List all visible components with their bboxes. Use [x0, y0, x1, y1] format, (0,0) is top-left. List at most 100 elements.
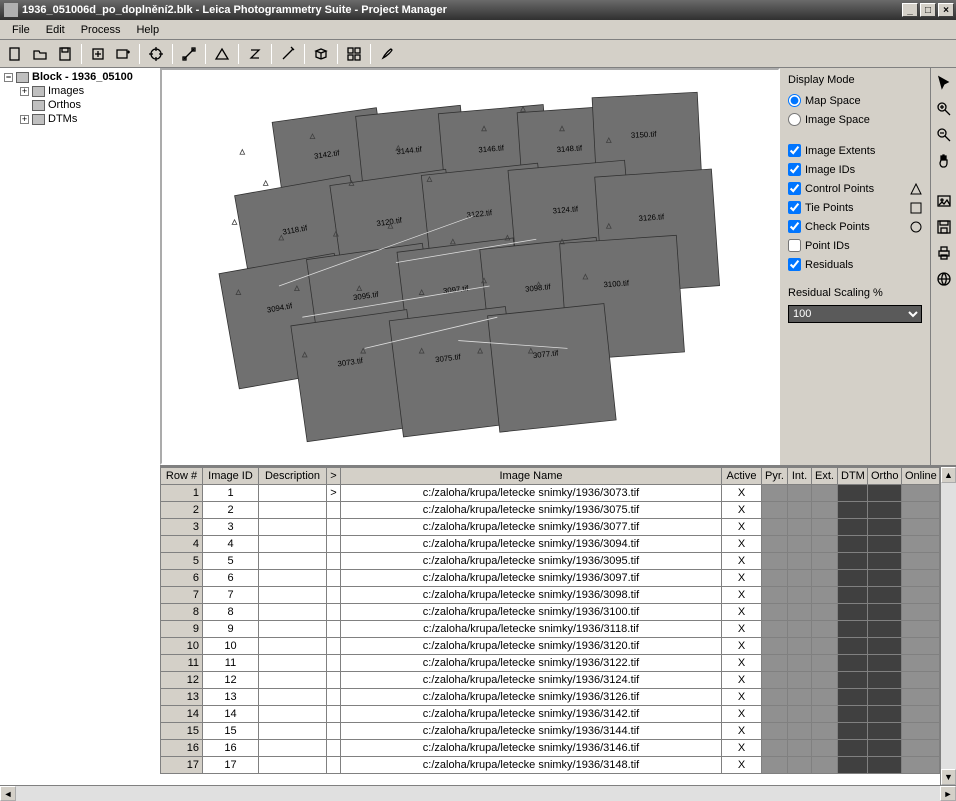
cell-active[interactable]: X	[722, 587, 762, 604]
menu-help[interactable]: Help	[128, 22, 167, 38]
cell-online[interactable]	[902, 604, 940, 621]
cell-ext[interactable]	[812, 519, 838, 536]
cell-int[interactable]	[788, 638, 812, 655]
maximize-button[interactable]: □	[920, 3, 936, 17]
cell-online[interactable]	[902, 553, 940, 570]
target-icon[interactable]	[145, 43, 167, 65]
cell-dtm[interactable]	[838, 655, 868, 672]
cell-online[interactable]	[902, 519, 940, 536]
cell-active[interactable]: X	[722, 740, 762, 757]
cell-ortho[interactable]	[868, 485, 902, 502]
cell-description[interactable]	[259, 689, 327, 706]
cell-pyr[interactable]	[762, 519, 788, 536]
cell-image-id[interactable]: 3	[203, 519, 259, 536]
cell-description[interactable]	[259, 536, 327, 553]
cell-active[interactable]: X	[722, 519, 762, 536]
cell-pyr[interactable]	[762, 621, 788, 638]
col-description[interactable]: Description	[259, 468, 327, 485]
cell-image-id[interactable]: 1	[203, 485, 259, 502]
cell-image-id[interactable]: 12	[203, 672, 259, 689]
cell-image-id[interactable]: 9	[203, 621, 259, 638]
triangle-icon[interactable]	[211, 43, 233, 65]
col-row[interactable]: Row #	[161, 468, 203, 485]
cell-ext[interactable]	[812, 638, 838, 655]
table-row[interactable]: 77c:/zaloha/krupa/letecke snimky/1936/30…	[161, 587, 940, 604]
cell-description[interactable]	[259, 485, 327, 502]
table-row[interactable]: 88c:/zaloha/krupa/letecke snimky/1936/31…	[161, 604, 940, 621]
cell-int[interactable]	[788, 706, 812, 723]
cell-active[interactable]: X	[722, 757, 762, 774]
add-frame-icon[interactable]	[87, 43, 109, 65]
cell-ortho[interactable]	[868, 519, 902, 536]
cell-image-id[interactable]: 17	[203, 757, 259, 774]
cell-chev[interactable]	[327, 723, 341, 740]
tree-item-images[interactable]: + Images	[2, 84, 156, 98]
cell-ext[interactable]	[812, 672, 838, 689]
cell-dtm[interactable]	[838, 621, 868, 638]
cell-description[interactable]	[259, 519, 327, 536]
cell-active[interactable]: X	[722, 706, 762, 723]
measure-icon[interactable]	[178, 43, 200, 65]
cell-chev[interactable]	[327, 519, 341, 536]
cell-dtm[interactable]	[838, 723, 868, 740]
new-icon[interactable]	[4, 43, 26, 65]
cell-pyr[interactable]	[762, 672, 788, 689]
cell-dtm[interactable]	[838, 519, 868, 536]
residual-scaling-select[interactable]: 100	[788, 305, 922, 323]
cell-int[interactable]	[788, 519, 812, 536]
col-chev[interactable]: >	[327, 468, 341, 485]
pointer-icon[interactable]	[933, 72, 955, 94]
cell-active[interactable]: X	[722, 536, 762, 553]
disk-icon[interactable]	[933, 216, 955, 238]
cell-pyr[interactable]	[762, 723, 788, 740]
cell-image-name[interactable]: c:/zaloha/krupa/letecke snimky/1936/3094…	[341, 536, 722, 553]
check-image-extents[interactable]: Image Extents	[788, 144, 922, 157]
tree-root[interactable]: − Block - 1936_05100	[2, 70, 156, 84]
cell-online[interactable]	[902, 536, 940, 553]
edit-vector-icon[interactable]	[277, 43, 299, 65]
cell-dtm[interactable]	[838, 587, 868, 604]
cell-image-name[interactable]: c:/zaloha/krupa/letecke snimky/1936/3126…	[341, 689, 722, 706]
col-int[interactable]: Int.	[788, 468, 812, 485]
zoom-out-icon[interactable]	[933, 124, 955, 146]
save-icon[interactable]	[54, 43, 76, 65]
cell-active[interactable]: X	[722, 485, 762, 502]
cell-ortho[interactable]	[868, 655, 902, 672]
cell-image-id[interactable]: 15	[203, 723, 259, 740]
cell-ext[interactable]	[812, 502, 838, 519]
table-row[interactable]: 11>c:/zaloha/krupa/letecke snimky/1936/3…	[161, 485, 940, 502]
cell-image-id[interactable]: 10	[203, 638, 259, 655]
collapse-icon[interactable]: −	[4, 73, 13, 82]
add-image-icon[interactable]	[112, 43, 134, 65]
table-row[interactable]: 1010c:/zaloha/krupa/letecke snimky/1936/…	[161, 638, 940, 655]
cell-pyr[interactable]	[762, 485, 788, 502]
cell-ext[interactable]	[812, 587, 838, 604]
cell-ortho[interactable]	[868, 604, 902, 621]
cell-active[interactable]: X	[722, 570, 762, 587]
table-row[interactable]: 66c:/zaloha/krupa/letecke snimky/1936/30…	[161, 570, 940, 587]
cell-active[interactable]: X	[722, 604, 762, 621]
cell-image-name[interactable]: c:/zaloha/krupa/letecke snimky/1936/3120…	[341, 638, 722, 655]
cell-dtm[interactable]	[838, 740, 868, 757]
cell-ortho[interactable]	[868, 502, 902, 519]
cell-ext[interactable]	[812, 740, 838, 757]
cell-pyr[interactable]	[762, 740, 788, 757]
cell-image-name[interactable]: c:/zaloha/krupa/letecke snimky/1936/3077…	[341, 519, 722, 536]
brush-icon[interactable]	[376, 43, 398, 65]
cell-int[interactable]	[788, 655, 812, 672]
cell-image-name[interactable]: c:/zaloha/krupa/letecke snimky/1936/3146…	[341, 740, 722, 757]
menu-file[interactable]: File	[4, 22, 38, 38]
block-canvas[interactable]: 3142.tif3144.tif3146.tif3148.tif3150.tif…	[160, 68, 780, 465]
cell-ext[interactable]	[812, 485, 838, 502]
cell-image-id[interactable]: 4	[203, 536, 259, 553]
cell-image-id[interactable]: 14	[203, 706, 259, 723]
cell-dtm[interactable]	[838, 570, 868, 587]
cell-image-id[interactable]: 5	[203, 553, 259, 570]
cell-dtm[interactable]	[838, 485, 868, 502]
table-row[interactable]: 22c:/zaloha/krupa/letecke snimky/1936/30…	[161, 502, 940, 519]
cell-ortho[interactable]	[868, 536, 902, 553]
check-control-points[interactable]: Control Points	[788, 182, 874, 195]
cell-ext[interactable]	[812, 655, 838, 672]
cell-dtm[interactable]	[838, 638, 868, 655]
cell-active[interactable]: X	[722, 638, 762, 655]
